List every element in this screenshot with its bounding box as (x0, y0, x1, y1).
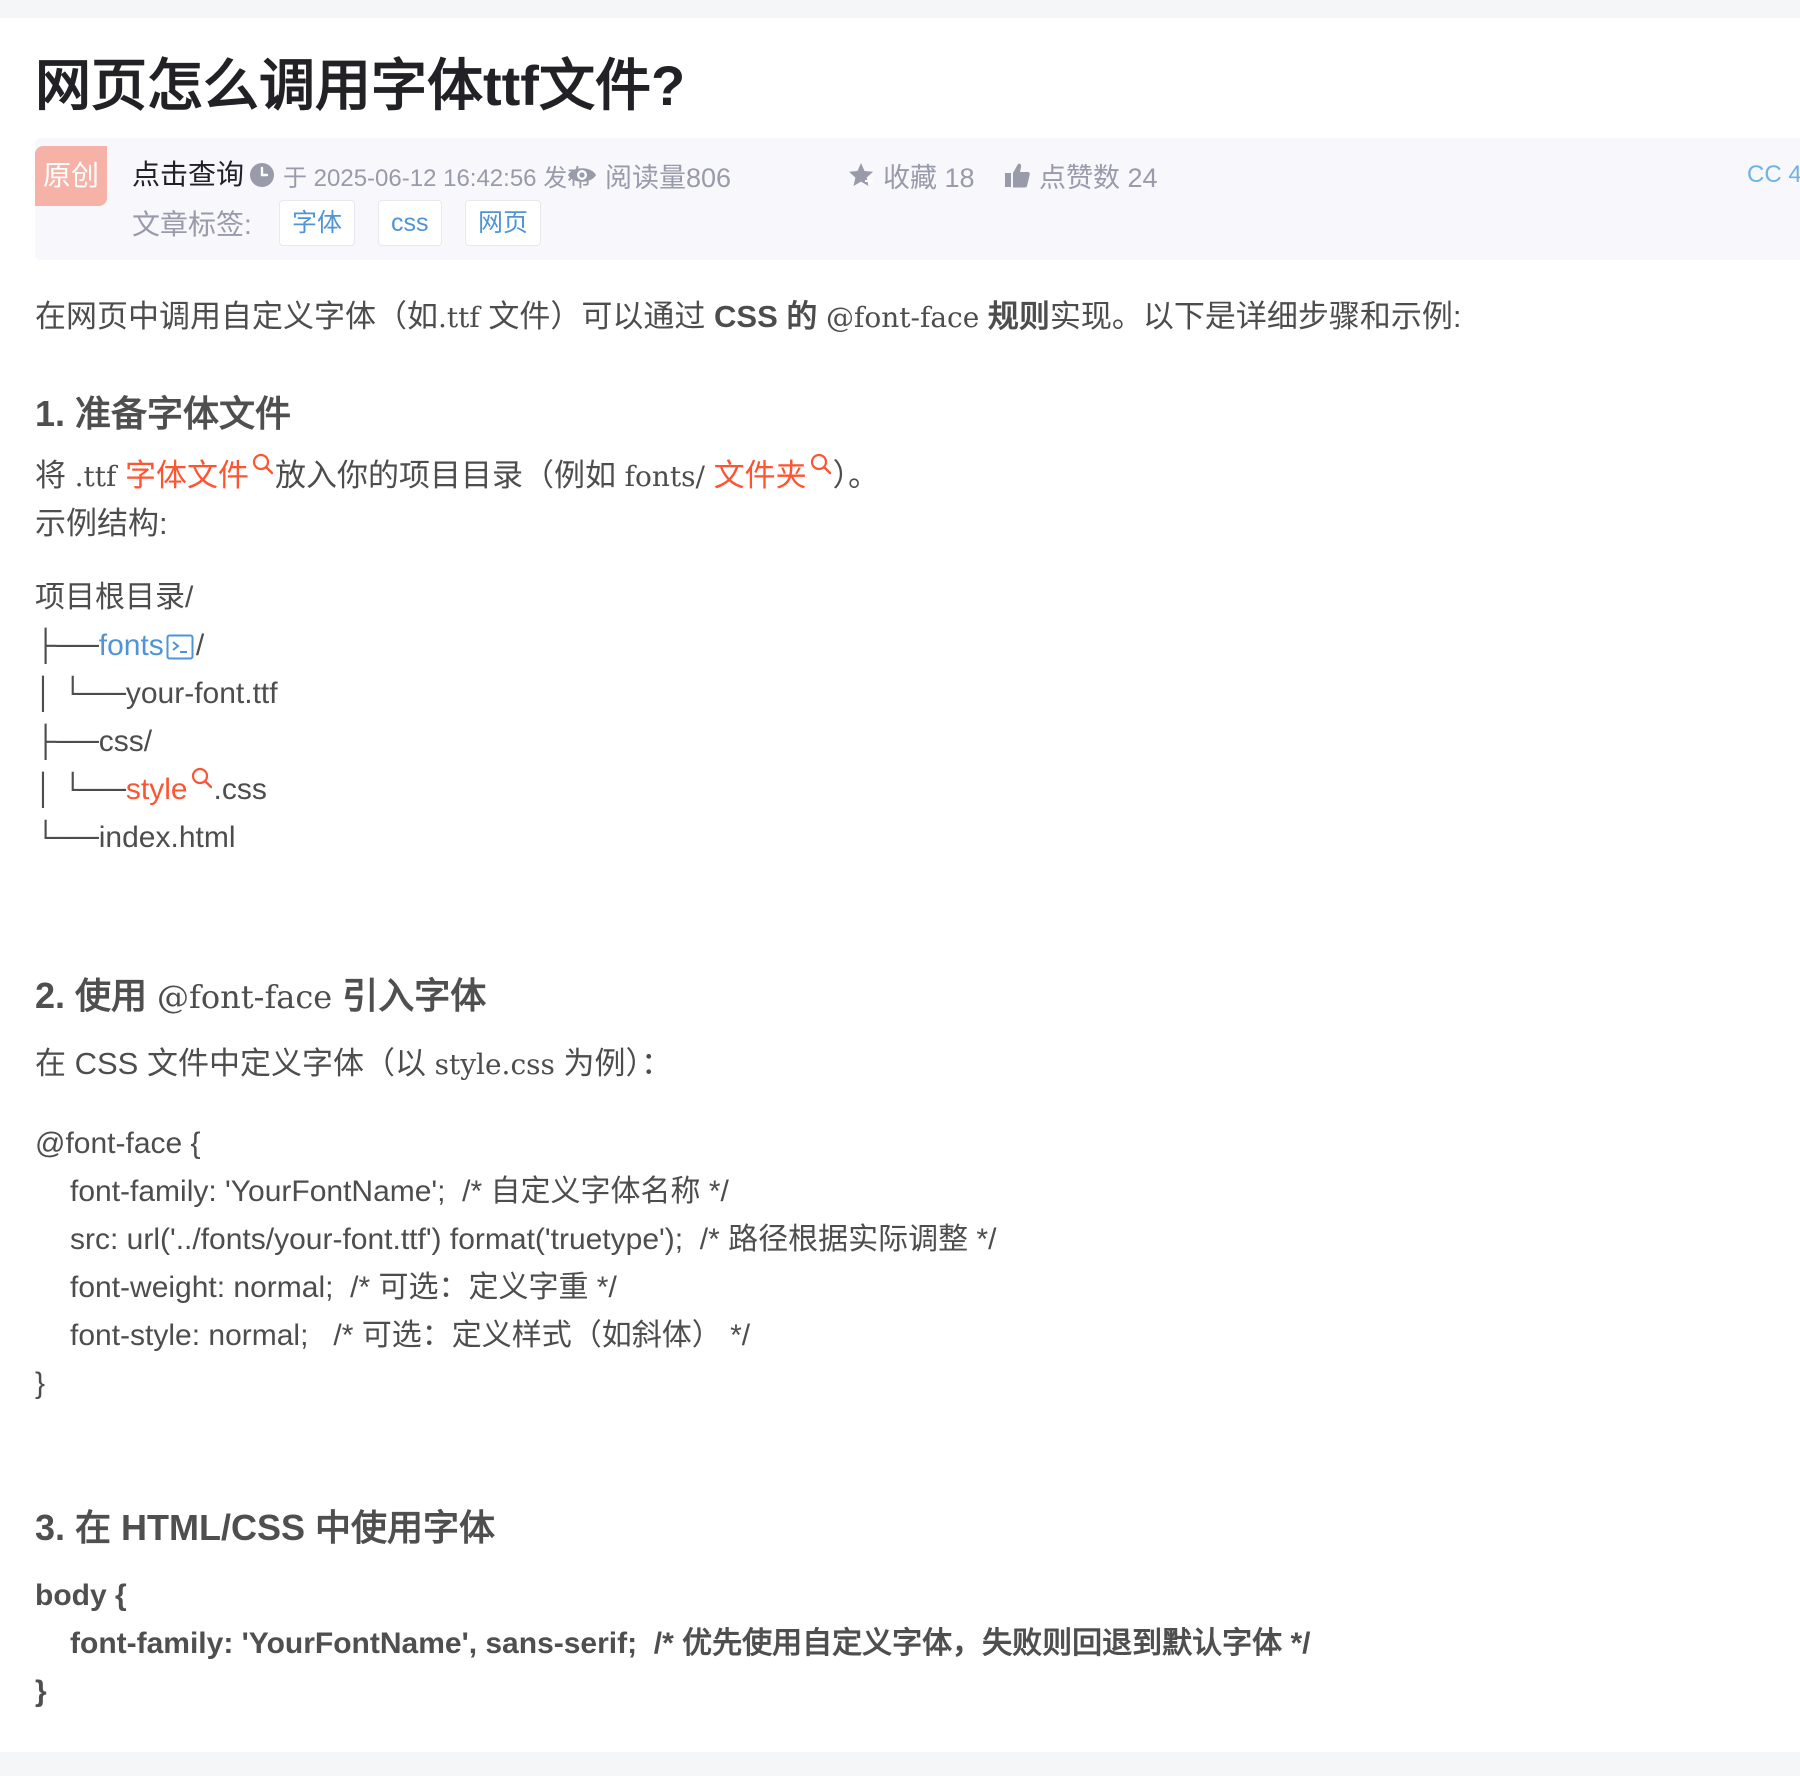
intro-text: 实现。以下是详细步骤和示例: (1049, 299, 1462, 334)
keyword-link-style[interactable]: style (125, 767, 214, 806)
tree-row-css: ├── css/ (35, 718, 152, 766)
code-line: font-family: 'YourFontName'; /* 自定义字体名称 … (70, 1175, 729, 1208)
keyword-link-text: style (125, 773, 188, 806)
inline-code: @font-face (826, 301, 980, 334)
tree-file-ext: .css (213, 773, 267, 806)
view-count: 阅读量806 (567, 150, 731, 200)
original-badge: 原创 (35, 146, 107, 206)
code-line: } (35, 1367, 46, 1400)
tree-root: 项目根目录/ (35, 581, 194, 614)
tree-row-style: │ └── style .css (35, 766, 267, 814)
code-line: font-family: 'YourFontName', sans-serif;… (70, 1627, 1311, 1660)
view-count-text: 阅读量806 (605, 162, 732, 193)
tree-row-index: └── index.html (35, 814, 236, 862)
favorite-count[interactable]: 收藏 18 (847, 150, 975, 200)
search-icon (252, 453, 274, 475)
tree-prefix: ├── (35, 725, 99, 758)
tags-label: 文章标签: (132, 209, 252, 240)
publish-time: 于 2025-06-12 16:42:56 发布 (249, 150, 591, 200)
inline-code: .ttf (74, 460, 117, 493)
clock-icon (250, 163, 274, 187)
search-icon (191, 767, 212, 789)
article: 网页怎么调用字体ttf文件? 原创 点击查询 于 2025-06-12 16:4… (0, 18, 1800, 1770)
favorite-count-text: 收藏 18 (883, 162, 975, 193)
tree-file-name: index.html (98, 821, 236, 854)
tree-dir-name: css/ (98, 725, 153, 758)
search-icon (810, 453, 831, 475)
code-line: src: url('../fonts/your-font.ttf') forma… (70, 1223, 997, 1256)
page-bottom-gap (0, 1752, 1800, 1776)
tree-prefix: └── (35, 821, 99, 854)
tree-suffix: / (195, 629, 205, 662)
eye-icon (568, 168, 596, 182)
thumb-up-icon (1005, 163, 1030, 188)
keyword-link-font-file[interactable]: 字体文件 (125, 453, 275, 493)
tree-prefix: │ └── (35, 677, 126, 710)
intro-paragraph: 在网页中调用自定义字体（如.ttf 文件）可以通过 CSS 的 @font-fa… (35, 293, 1462, 342)
author-name[interactable]: 点击查询 (132, 150, 244, 200)
instruction-text: 放入你的项目目录（例如 (275, 458, 617, 493)
instruction-text: 为例）： (563, 1046, 673, 1081)
section-2-instruction: 在 CSS 文件中定义字体（以 style.css 为例）： (35, 1040, 672, 1089)
tree-row-fonts: ├── fonts / (35, 622, 204, 670)
keyword-link-text: 文件夹 (713, 458, 807, 493)
code-line: @font-face { (35, 1127, 201, 1160)
tag-font[interactable]: 字体 (279, 200, 356, 246)
section-3-heading: 3. 在 HTML/CSS 中使用字体 (35, 1507, 496, 1548)
instruction-text: 在 CSS 文件中定义字体（以 (35, 1046, 426, 1081)
heading-text: 引入字体 (342, 975, 487, 1016)
section-1-heading: 1. 准备字体文件 (35, 393, 292, 434)
tag-webpage[interactable]: 网页 (465, 200, 542, 246)
intro-text: 文件）可以通过 (488, 299, 706, 334)
example-structure-label: 示例结构: (35, 506, 168, 541)
tree-prefix: ├── (35, 629, 99, 662)
tree-row-font-file: │ └── your-font.ttf (35, 670, 278, 718)
intro-bold: CSS 的 (714, 299, 818, 334)
section-1-instruction: 将 .ttf 字体文件 放入你的项目目录（例如 fonts/ 文件夹 ）。 (35, 452, 879, 501)
like-count[interactable]: 点赞数 24 (1003, 150, 1158, 200)
license-link[interactable]: CC 4. (1747, 150, 1800, 200)
keyword-link-folder[interactable]: 文件夹 (713, 453, 833, 493)
inline-code: .ttf (438, 301, 480, 334)
intro-text: 在网页中调用自定义字体（如 (35, 299, 438, 334)
inline-code: style.css (434, 1048, 555, 1081)
tag-css[interactable]: css (378, 200, 442, 246)
tree-file-name: your-font.ttf (125, 677, 278, 710)
code-line: font-style: normal; /* 可选：定义样式（如斜体） */ (70, 1319, 751, 1352)
instruction-text: 将 (35, 458, 66, 493)
keyword-link-text: 字体文件 (125, 458, 250, 493)
publish-time-text: 于 2025-06-12 16:42:56 发布 (283, 164, 592, 192)
article-title: 网页怎么调用字体ttf文件? (35, 54, 686, 117)
article-meta-box: 原创 点击查询 于 2025-06-12 16:42:56 发布 阅读量806 … (35, 138, 1800, 260)
intro-bold: 规则 (987, 299, 1050, 334)
code-line: body { (35, 1579, 127, 1612)
star-icon (849, 163, 873, 186)
instruction-text: ）。 (832, 458, 880, 493)
terminal-icon[interactable] (166, 633, 194, 661)
code-line: font-weight: normal; /* 可选：定义字重 */ (70, 1271, 617, 1304)
inline-code: fonts/ (624, 460, 705, 493)
like-count-text: 点赞数 24 (1039, 162, 1158, 193)
inline-code: @font-face (157, 978, 333, 1016)
fonts-command-link[interactable]: fonts (99, 629, 164, 662)
section-2-heading: 2. 使用 @font-face 引入字体 (35, 968, 486, 1025)
heading-text: 2. 使用 (35, 975, 148, 1016)
tree-prefix: │ └── (35, 773, 126, 806)
code-line: } (35, 1675, 47, 1708)
